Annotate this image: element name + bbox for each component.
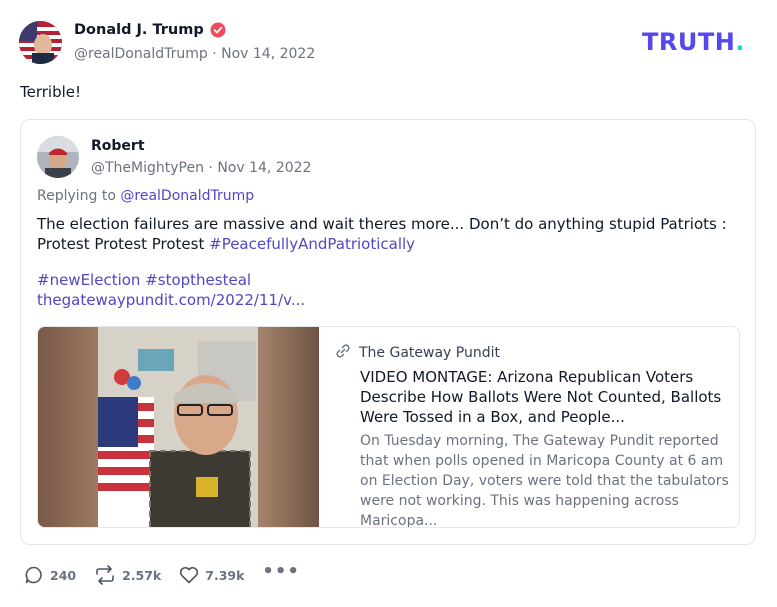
hashtag-link[interactable]: #PeacefullyAndPatriotically [209, 235, 415, 253]
author-name-row[interactable]: Donald J. Trump [74, 22, 226, 38]
quote-author-name[interactable]: Robert [91, 138, 145, 154]
meta-separator: · [207, 46, 222, 62]
quote-author-handle[interactable]: @TheMightyPen [91, 160, 204, 176]
quote-author-meta: @TheMightyPen · Nov 14, 2022 [91, 160, 311, 176]
quote-tags: #newElection #stopthesteal thegatewaypun… [37, 270, 305, 310]
quote-meta-separator: · [203, 160, 218, 176]
link-icon [335, 343, 351, 363]
replying-prefix: Replying to [37, 188, 121, 204]
link-preview-card[interactable]: The Gateway Pundit VIDEO MONTAGE: Arizon… [37, 326, 740, 528]
reply-button[interactable]: 240 [24, 565, 76, 585]
action-bar: 240 2.57k 7.39k ••• [24, 563, 318, 585]
logo-text: TRUTH [642, 28, 736, 56]
reply-count: 240 [50, 567, 77, 583]
preview-title[interactable]: VIDEO MONTAGE: Arizona Republican Voters… [360, 367, 726, 427]
logo-dot: . [735, 28, 745, 56]
preview-site-name: The Gateway Pundit [359, 345, 500, 361]
more-options-icon[interactable]: ••• [262, 563, 300, 581]
author-meta: @realDonaldTrump · Nov 14, 2022 [74, 46, 315, 62]
quoted-post[interactable]: Robert @TheMightyPen · Nov 14, 2022 Repl… [20, 119, 756, 545]
quote-date[interactable]: Nov 14, 2022 [217, 160, 311, 176]
author-handle[interactable]: @realDonaldTrump [74, 46, 208, 62]
author-name[interactable]: Donald J. Trump [74, 22, 204, 38]
truth-logo[interactable]: TRUTH. [642, 28, 745, 56]
repost-count: 2.57k [122, 567, 162, 583]
truth-post: Donald J. Trump @realDonaldTrump · Nov 1… [0, 0, 777, 607]
post-date[interactable]: Nov 14, 2022 [221, 46, 315, 62]
heart-icon [179, 566, 199, 584]
post-text: Terrible! [20, 83, 82, 101]
like-button[interactable]: 7.39k [179, 566, 244, 584]
reply-icon [24, 565, 44, 585]
preview-site: The Gateway Pundit [335, 343, 500, 363]
article-url-link[interactable]: thegatewaypundit.com/2022/11/v... [37, 291, 305, 309]
replying-handle-link[interactable]: @realDonaldTrump [120, 188, 254, 204]
quote-body: The election failures are massive and wa… [37, 214, 742, 254]
verified-badge-icon [210, 22, 226, 38]
quote-author-avatar[interactable] [37, 136, 79, 178]
repost-icon [94, 565, 116, 585]
author-avatar[interactable] [19, 21, 62, 64]
hashtags-link[interactable]: #newElection #stopthesteal [37, 271, 251, 289]
repost-button[interactable]: 2.57k [94, 565, 161, 585]
replying-to: Replying to @realDonaldTrump [37, 188, 254, 204]
preview-thumbnail[interactable] [38, 327, 319, 527]
preview-description: On Tuesday morning, The Gateway Pundit r… [360, 433, 729, 528]
like-count: 7.39k [205, 567, 245, 583]
